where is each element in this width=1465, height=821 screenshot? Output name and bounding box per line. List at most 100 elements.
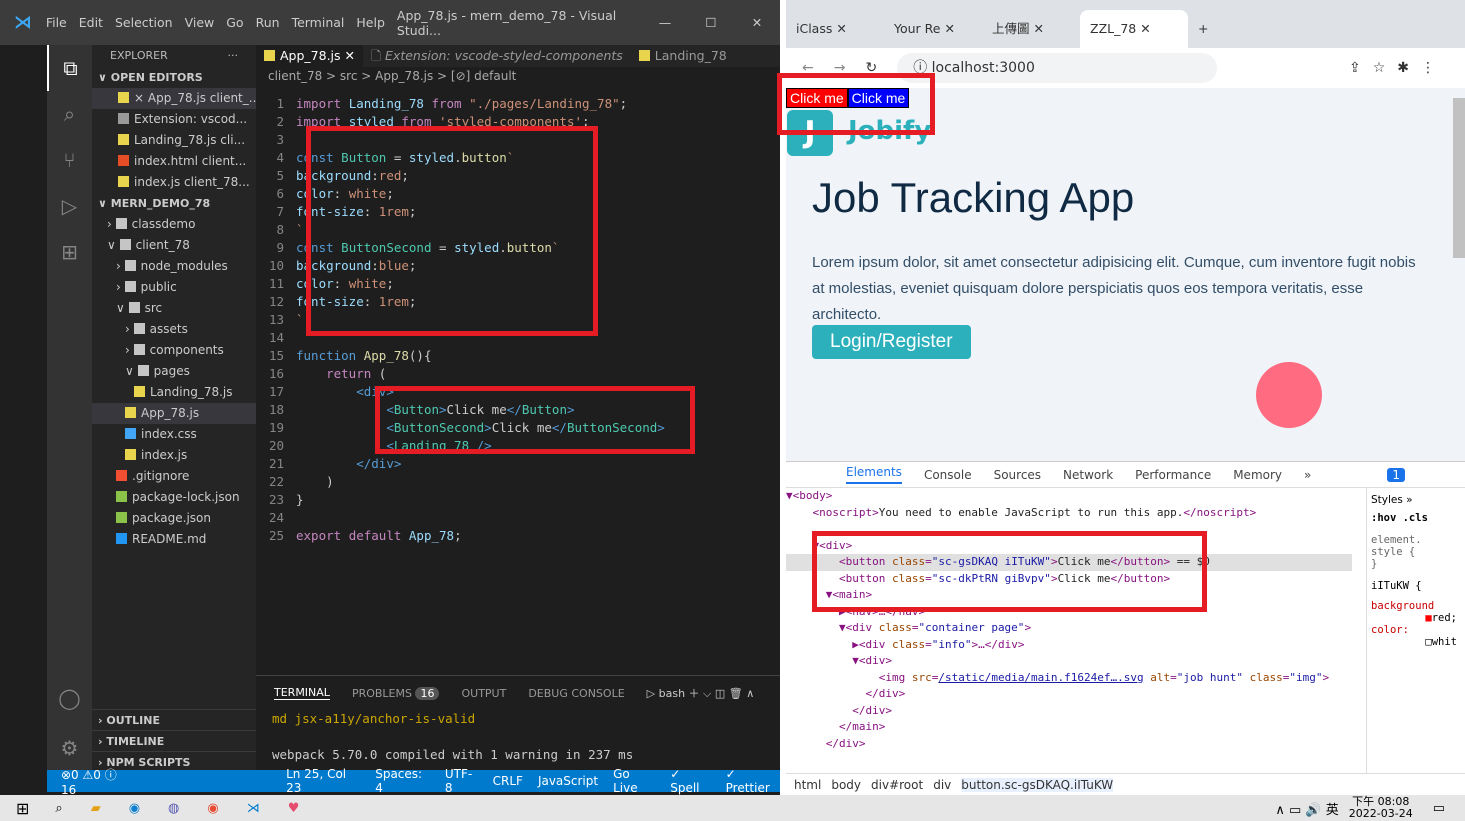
url-field[interactable]: ⓘ localhost:3000 (897, 53, 1218, 83)
search-icon[interactable]: ⌕ (55, 801, 62, 816)
menu-bar[interactable]: File Edit Selection View Go Run Terminal Help (46, 15, 397, 30)
menu-item[interactable]: Edit (79, 15, 103, 30)
project-section[interactable]: ∨ MERN_DEMO_78 (92, 193, 256, 214)
menu-item[interactable]: Go (226, 15, 243, 30)
tab-app[interactable]: App_78.js ✕ (256, 45, 363, 67)
page-scrollbar[interactable] (1453, 98, 1465, 258)
tree-item[interactable]: › assets (92, 319, 256, 340)
tree-item[interactable]: package-lock.json (92, 487, 256, 508)
open-editor-item[interactable]: Landing_78.js cli... (92, 130, 256, 151)
devtools-tab[interactable]: Performance (1135, 468, 1211, 482)
tab-terminal[interactable]: TERMINAL (274, 686, 330, 700)
blue-click-button[interactable]: Click me (847, 88, 910, 108)
tab-extension[interactable]: 🗋 Extension: vscode-styled-components (363, 45, 631, 67)
status-item[interactable]: CRLF (493, 774, 523, 788)
vscode-taskbar-icon[interactable]: ⋊ (247, 801, 260, 816)
dom-crumb[interactable]: div (933, 778, 951, 792)
extensions-icon[interactable]: ⊞ (47, 229, 92, 275)
new-tab-icon[interactable]: + (1188, 10, 1228, 48)
menu-item[interactable]: Selection (115, 15, 173, 30)
tab-problems[interactable]: PROBLEMS 16 (352, 686, 440, 700)
status-item[interactable]: ⊗0 ⚠0 ⓘ 16 (61, 766, 131, 796)
tree-item[interactable]: › classdemo (92, 214, 256, 235)
windows-start-icon[interactable]: ⊞ (16, 799, 29, 818)
tab-output[interactable]: OUTPUT (461, 687, 506, 700)
account-icon[interactable]: ◯ (47, 675, 92, 721)
browser-tab[interactable]: 上傳圖 ✕ (982, 10, 1080, 48)
tree-item[interactable]: .gitignore (92, 466, 256, 487)
browser-tab[interactable]: iClass ✕ (786, 10, 884, 48)
toolbar-icons[interactable]: ⇪☆✱⋮ (1349, 60, 1447, 76)
sidebar-section[interactable]: › TIMELINE (92, 730, 256, 751)
open-editor-item[interactable]: Extension: vscod... (92, 109, 256, 130)
explorer-icon[interactable]: ⧉ (47, 45, 92, 91)
status-item[interactable]: UTF-8 (445, 767, 478, 795)
styles-tab[interactable]: Styles » (1371, 488, 1465, 512)
devtools-tab[interactable]: Console (924, 468, 972, 482)
tree-item[interactable]: App_78.js (92, 403, 256, 424)
open-editor-item[interactable]: index.html client... (92, 151, 256, 172)
styles-filter[interactable]: :hov .cls (1371, 512, 1465, 524)
browser-tab[interactable]: Your Re ✕ (884, 10, 982, 48)
window-controls[interactable]: — ☐ ✕ (642, 15, 780, 30)
devtools-tab[interactable]: Network (1063, 468, 1113, 482)
tree-item[interactable]: › components (92, 340, 256, 361)
clock[interactable]: 下午 08:08 2022-03-24 (1349, 796, 1413, 820)
menu-item[interactable]: Run (256, 15, 280, 30)
tree-item[interactable]: › node_modules (92, 256, 256, 277)
status-item[interactable]: ✓ Prettier (726, 767, 780, 795)
devtools-tab[interactable]: » (1304, 468, 1311, 482)
status-item[interactable]: Spaces: 4 (375, 767, 430, 795)
close-icon[interactable]: ✕ (734, 15, 780, 30)
sidebar-section[interactable]: › OUTLINE (92, 709, 256, 730)
teams-icon[interactable]: ◍ (168, 801, 179, 816)
source-control-icon[interactable]: ⑂ (47, 137, 92, 183)
red-click-button[interactable]: Click me (786, 88, 848, 108)
status-item[interactable]: Ln 25, Col 23 (286, 767, 360, 795)
dom-crumb[interactable]: html (794, 778, 821, 792)
tree-item[interactable]: index.css (92, 424, 256, 445)
run-debug-icon[interactable]: ▷ (47, 183, 92, 229)
maximize-icon[interactable]: ☐ (688, 15, 734, 30)
shell-selector[interactable]: ▷ bash ＋ ⌵ ◫ 🗑 ∧ (647, 685, 755, 701)
tab-landing[interactable]: Landing_78 (631, 45, 735, 67)
tray-icons[interactable]: ∧ ▭ 🔊 英 (1275, 799, 1338, 818)
tree-item[interactable]: › public (92, 277, 256, 298)
notification-icon[interactable]: ▭ (1433, 801, 1445, 816)
chrome-icon[interactable]: ◉ (207, 801, 218, 816)
menu-item[interactable]: View (185, 15, 215, 30)
open-editor-item[interactable]: index.js client_78... (92, 172, 256, 193)
tree-item[interactable]: Landing_78.js (92, 382, 256, 403)
gear-icon[interactable]: ⚙ (47, 725, 92, 771)
minimize-icon[interactable]: — (642, 15, 688, 30)
file-explorer-icon[interactable]: ▰ (91, 801, 101, 816)
app-icon[interactable]: ♥ (288, 801, 300, 816)
editor-breadcrumb[interactable]: client_78 > src > App_78.js > [⊘] defaul… (256, 67, 780, 85)
tree-item[interactable]: ∨ src (92, 298, 256, 319)
tab-debug-console[interactable]: DEBUG CONSOLE (528, 687, 624, 700)
tree-item[interactable]: ∨ pages (92, 361, 256, 382)
open-editors-section[interactable]: ∨ OPEN EDITORS (92, 67, 256, 88)
devtools-tab[interactable]: Sources (994, 468, 1041, 482)
tree-item[interactable]: README.md (92, 529, 256, 550)
edge-icon[interactable]: ◉ (129, 801, 140, 816)
tree-item[interactable]: index.js (92, 445, 256, 466)
dom-crumb[interactable]: body (831, 778, 861, 792)
devtools-tab[interactable]: Elements (846, 465, 902, 484)
tree-item[interactable]: package.json (92, 508, 256, 529)
login-register-button[interactable]: Login/Register (812, 325, 971, 359)
dom-crumb[interactable]: button.sc-gsDKAQ.iITuKW (961, 777, 1114, 792)
menu-item[interactable]: Help (356, 15, 385, 30)
browser-tab[interactable]: ZZL_78 ✕ (1080, 10, 1188, 48)
menu-item[interactable]: File (46, 15, 67, 30)
menu-item[interactable]: Terminal (292, 15, 345, 30)
dom-crumb[interactable]: div#root (871, 778, 923, 792)
issues-badge[interactable]: 1 (1387, 467, 1405, 482)
status-item[interactable]: Go Live (613, 767, 655, 795)
search-icon[interactable]: ⌕ (47, 91, 92, 137)
open-editor-item[interactable]: × App_78.js client_... (92, 88, 256, 109)
devtools-tab[interactable]: Memory (1233, 468, 1282, 482)
status-item[interactable]: JavaScript (538, 774, 598, 788)
tree-item[interactable]: ∨ client_78 (92, 235, 256, 256)
more-icon[interactable]: ··· (228, 45, 239, 67)
